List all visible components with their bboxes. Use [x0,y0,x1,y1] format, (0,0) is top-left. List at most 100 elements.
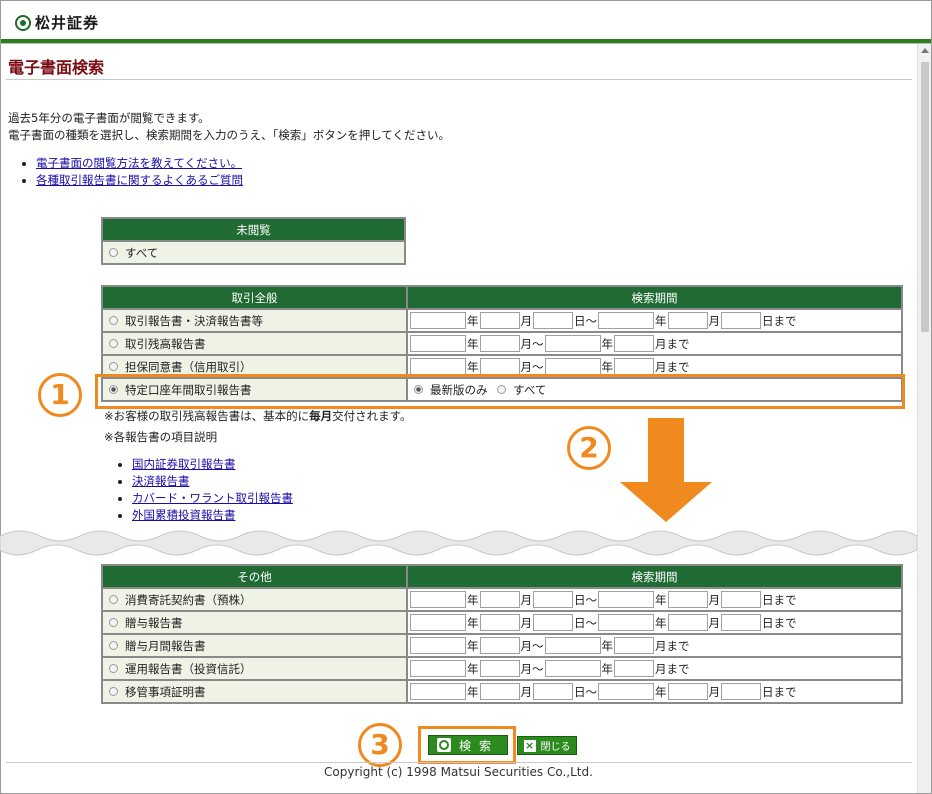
start-month-input[interactable] [479,358,520,375]
general-header-period: 検索期間 [406,285,903,310]
radio-icon[interactable] [109,315,118,325]
end-month-input[interactable] [667,683,708,700]
header-green-line [1,43,931,44]
end-day-input[interactable] [721,614,761,631]
row-transfer-certificate[interactable]: 移管事項証明書 [101,679,408,704]
start-month-input[interactable] [479,591,520,608]
list-item: 国内証券取引報告書 [118,456,293,473]
start-year-input[interactable] [410,683,466,700]
start-year-input[interactable] [410,591,466,608]
logo[interactable]: 松井証券 [15,12,99,33]
end-month-input[interactable] [667,591,708,608]
close-icon: × [523,738,536,752]
start-year-input[interactable] [410,660,466,677]
start-day-input[interactable] [533,591,573,608]
row-gift-report[interactable]: 贈与報告書 [101,610,408,635]
start-day-input[interactable] [533,614,573,631]
start-month-input[interactable] [479,312,520,329]
start-year-input[interactable] [410,614,466,631]
unit-label: 日～ [574,684,597,699]
end-year-input[interactable] [598,614,654,631]
row-balance-report[interactable]: 取引残高報告書 [101,331,408,356]
start-month-input[interactable] [479,335,520,352]
radio-icon[interactable] [109,361,118,371]
row-gift-monthly-report[interactable]: 贈与月間報告書 [101,633,408,658]
unit-label: 月 [708,615,721,630]
callout-2: 2 [567,426,611,470]
end-month-input[interactable] [614,637,654,654]
close-button[interactable]: × 閉じる [517,736,577,755]
start-month-input[interactable] [479,614,520,631]
radio-icon[interactable] [109,686,118,696]
end-month-input[interactable] [614,335,654,352]
radio-icon[interactable] [109,663,118,673]
link-domestic-trade-report[interactable]: 国内証券取引報告書 [132,457,236,471]
unit-label: 月 [520,615,533,630]
radio-icon[interactable] [109,640,118,650]
unit-label: 月まで [655,661,690,676]
start-month-input[interactable] [479,660,520,677]
end-year-input[interactable] [598,312,654,329]
end-year-input[interactable] [544,358,601,375]
unit-label: 月 [708,313,721,328]
end-month-input[interactable] [667,614,708,631]
intro-text: 過去5年分の電子書面が閲覧できます。 電子書面の種類を選択し、検索期間を入力のう… [8,110,450,144]
end-year-input[interactable] [544,637,601,654]
help-link-how-to-view[interactable]: 電子書面の閲覧方法を教えてください。 [36,156,242,170]
start-year-input[interactable] [410,312,466,329]
unit-label: 日～ [574,615,597,630]
end-year-input[interactable] [598,591,654,608]
unit-label: 日まで [762,592,797,607]
row-label: 担保同意書（信用取引） [125,359,252,374]
link-covered-warrant-report[interactable]: カバード・ワラント取引報告書 [132,491,293,505]
radio-icon[interactable] [109,617,118,627]
scroll-up-icon[interactable] [921,48,929,53]
vertical-scrollbar[interactable] [917,44,931,793]
start-day-input[interactable] [533,683,573,700]
unit-label: 年 [655,684,667,699]
search-button[interactable]: 検索 [428,735,508,755]
unread-option-all[interactable]: すべて [101,240,406,265]
unit-label: 月 [520,592,533,607]
row-label: 贈与月間報告書 [125,638,206,653]
row-fund-report[interactable]: 運用報告書（投資信託） [101,656,408,681]
end-day-input[interactable] [721,683,761,700]
radio-icon[interactable] [109,338,118,348]
unit-label: 日まで [762,615,797,630]
start-month-input[interactable] [479,637,520,654]
link-foreign-investment-report[interactable]: 外国累積投資報告書 [132,508,236,522]
start-day-input[interactable] [533,312,573,329]
start-year-input[interactable] [410,637,466,654]
end-day-input[interactable] [721,591,761,608]
help-link-faq[interactable]: 各種取引報告書に関するよくあるご質問 [36,173,243,187]
radio-icon[interactable] [109,247,118,257]
footer-divider [6,762,912,763]
row-trade-report[interactable]: 取引報告書・決済報告書等 [101,308,408,333]
end-day-input[interactable] [721,312,761,329]
scroll-thumb[interactable] [921,62,929,332]
list-item: 電子書面の閲覧方法を教えてください。 [22,155,243,172]
unit-label: 月～ [520,661,544,676]
end-year-input[interactable] [598,683,654,700]
period-ymd-range: 年 月 日～ 年 月 日まで [406,308,903,333]
start-year-input[interactable] [410,358,466,375]
link-settlement-report[interactable]: 決済報告書 [132,474,190,488]
row-consumption-deposit[interactable]: 消費寄託契約書（預株） [101,587,408,612]
unit-label: 月まで [655,359,690,374]
end-year-input[interactable] [544,335,601,352]
radio-icon[interactable] [109,594,118,604]
start-month-input[interactable] [479,683,520,700]
period-ym-range: 年 月～ 年 月まで [406,331,903,356]
title-divider [6,79,912,80]
end-year-input[interactable] [544,660,601,677]
end-month-input[interactable] [614,660,654,677]
end-month-input[interactable] [667,312,708,329]
period-ymd-range: 年 月 日～ 年 月 日まで [406,587,903,612]
end-month-input[interactable] [614,358,654,375]
unit-label: 年 [601,661,614,676]
unit-label: 年 [467,615,479,630]
start-year-input[interactable] [410,335,466,352]
period-ymd-range: 年 月 日～ 年 月 日まで [406,679,903,704]
list-item: カバード・ワラント取引報告書 [118,490,293,507]
unit-label: 日～ [574,313,597,328]
